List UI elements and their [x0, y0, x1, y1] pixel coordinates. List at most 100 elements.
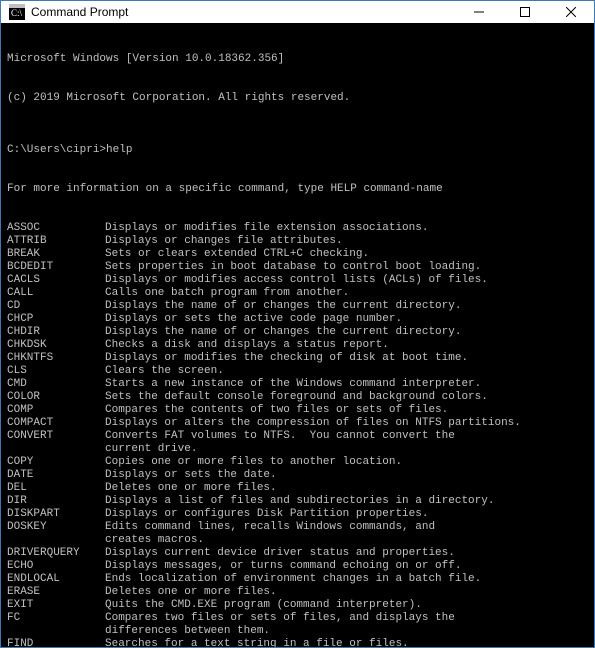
command-description: Compares the contents of two files or se… [105, 404, 588, 417]
command-name [7, 534, 105, 547]
command-name: BCDEDIT [7, 261, 105, 274]
prompt-line: C:\Users\cipri>help [7, 144, 588, 157]
command-row-continuation: current drive. [7, 443, 588, 456]
maximize-button[interactable] [502, 1, 548, 23]
command-name: FIND [7, 638, 105, 647]
command-description: Sets or clears extended CTRL+C checking. [105, 248, 588, 261]
command-name: DRIVERQUERY [7, 547, 105, 560]
command-row: ERASEDeletes one or more files. [7, 586, 588, 599]
command-row: FINDSearches for a text string in a file… [7, 638, 588, 647]
command-name: BREAK [7, 248, 105, 261]
command-name [7, 625, 105, 638]
command-row: CHKDSKChecks a disk and displays a statu… [7, 339, 588, 352]
typed-command: help [106, 144, 132, 156]
command-row: CALLCalls one batch program from another… [7, 287, 588, 300]
command-row: CHCPDisplays or sets the active code pag… [7, 313, 588, 326]
command-name: CONVERT [7, 430, 105, 443]
command-row-continuation: creates macros. [7, 534, 588, 547]
svg-text:C:\: C:\ [11, 8, 23, 18]
command-description: Displays the name of or changes the curr… [105, 300, 588, 313]
command-description: Displays a list of files and subdirector… [105, 495, 588, 508]
command-row: CONVERTConverts FAT volumes to NTFS. You… [7, 430, 588, 443]
command-name: DISKPART [7, 508, 105, 521]
command-description: Displays or modifies the checking of dis… [105, 352, 588, 365]
command-description: Copies one or more files to another loca… [105, 456, 588, 469]
command-name: COMPACT [7, 417, 105, 430]
command-description: Compares two files or sets of files, and… [105, 612, 588, 625]
command-name: ECHO [7, 560, 105, 573]
command-row: CLSClears the screen. [7, 365, 588, 378]
command-row: ECHODisplays messages, or turns command … [7, 560, 588, 573]
command-description: Displays or alters the compression of fi… [105, 417, 588, 430]
command-name [7, 443, 105, 456]
command-name: CD [7, 300, 105, 313]
command-row: DOSKEYEdits command lines, recalls Windo… [7, 521, 588, 534]
command-description: Checks a disk and displays a status repo… [105, 339, 588, 352]
command-description: creates macros. [105, 534, 588, 547]
command-name: ERASE [7, 586, 105, 599]
command-name: DIR [7, 495, 105, 508]
command-description: Displays messages, or turns command echo… [105, 560, 588, 573]
command-description: Displays or sets the active code page nu… [105, 313, 588, 326]
command-name: ATTRIB [7, 235, 105, 248]
command-description: Deletes one or more files. [105, 482, 588, 495]
help-intro: For more information on a specific comma… [7, 183, 588, 196]
command-name: COLOR [7, 391, 105, 404]
command-description: Sets properties in boot database to cont… [105, 261, 588, 274]
copyright-line: (c) 2019 Microsoft Corporation. All righ… [7, 92, 588, 105]
command-description: Edits command lines, recalls Windows com… [105, 521, 588, 534]
command-description: current drive. [105, 443, 588, 456]
command-row: DRIVERQUERYDisplays current device drive… [7, 547, 588, 560]
command-row: DATEDisplays or sets the date. [7, 469, 588, 482]
command-description: Displays or configures Disk Partition pr… [105, 508, 588, 521]
window-controls [456, 1, 594, 23]
command-name: CHCP [7, 313, 105, 326]
command-name: COMP [7, 404, 105, 417]
command-description: Calls one batch program from another. [105, 287, 588, 300]
command-name: CHDIR [7, 326, 105, 339]
command-row: CDDisplays the name of or changes the cu… [7, 300, 588, 313]
command-description: Displays or sets the date. [105, 469, 588, 482]
command-name: CLS [7, 365, 105, 378]
command-description: Displays current device driver status an… [105, 547, 588, 560]
command-name: DATE [7, 469, 105, 482]
minimize-button[interactable] [456, 1, 502, 23]
command-name: EXIT [7, 599, 105, 612]
command-description: Ends localization of environment changes… [105, 573, 588, 586]
command-row: ASSOCDisplays or modifies file extension… [7, 222, 588, 235]
command-row: ATTRIBDisplays or changes file attribute… [7, 235, 588, 248]
command-row: CHKNTFSDisplays or modifies the checking… [7, 352, 588, 365]
command-row: ENDLOCALEnds localization of environment… [7, 573, 588, 586]
command-description: Displays or changes file attributes. [105, 235, 588, 248]
command-description: Converts FAT volumes to NTFS. You cannot… [105, 430, 588, 443]
command-row: DELDeletes one or more files. [7, 482, 588, 495]
close-button[interactable] [548, 1, 594, 23]
command-description: Deletes one or more files. [105, 586, 588, 599]
terminal-output[interactable]: Microsoft Windows [Version 10.0.18362.35… [1, 23, 594, 647]
command-row: BCDEDITSets properties in boot database … [7, 261, 588, 274]
command-row: CACLSDisplays or modifies access control… [7, 274, 588, 287]
command-description: Starts a new instance of the Windows com… [105, 378, 588, 391]
window-title: Command Prompt [31, 5, 128, 19]
command-description: Displays the name of or changes the curr… [105, 326, 588, 339]
command-name: CMD [7, 378, 105, 391]
command-row: DISKPARTDisplays or configures Disk Part… [7, 508, 588, 521]
command-name: CHKNTFS [7, 352, 105, 365]
command-name: COPY [7, 456, 105, 469]
command-description: Searches for a text string in a file or … [105, 638, 588, 647]
command-name: CHKDSK [7, 339, 105, 352]
version-line: Microsoft Windows [Version 10.0.18362.35… [7, 53, 588, 66]
command-row: CHDIRDisplays the name of or changes the… [7, 326, 588, 339]
command-row: EXITQuits the CMD.EXE program (command i… [7, 599, 588, 612]
command-description: differences between them. [105, 625, 588, 638]
command-description: Quits the CMD.EXE program (command inter… [105, 599, 588, 612]
titlebar[interactable]: C:\ Command Prompt [1, 1, 594, 23]
command-description: Sets the default console foreground and … [105, 391, 588, 404]
command-list: ASSOCDisplays or modifies file extension… [7, 222, 588, 647]
command-name: CALL [7, 287, 105, 300]
command-description: Displays or modifies access control list… [105, 274, 588, 287]
command-row: BREAKSets or clears extended CTRL+C chec… [7, 248, 588, 261]
command-row: COMPACTDisplays or alters the compressio… [7, 417, 588, 430]
command-description: Clears the screen. [105, 365, 588, 378]
command-row: COMPCompares the contents of two files o… [7, 404, 588, 417]
